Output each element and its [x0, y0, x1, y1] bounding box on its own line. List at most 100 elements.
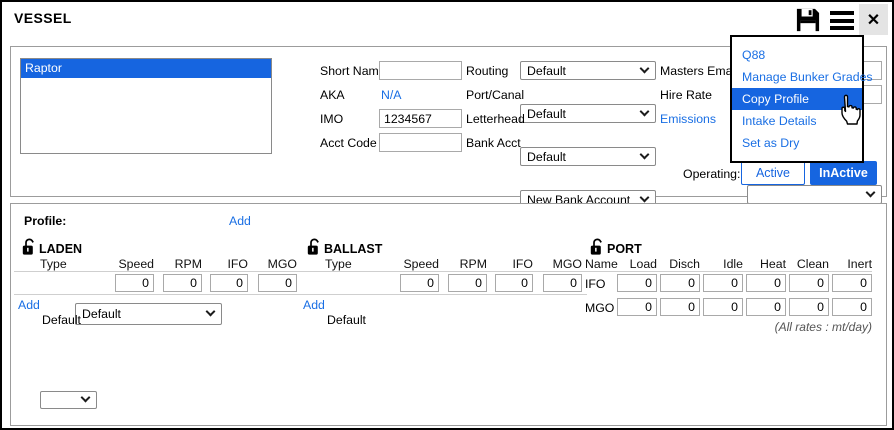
laden-header-rpm: RPM [163, 257, 202, 271]
port-header-idle: Idle [703, 257, 743, 271]
letterhead-label: Letterhead [466, 112, 525, 126]
divider [299, 271, 587, 272]
port-rates-note: (All rates : mt/day) [642, 320, 872, 334]
profile-label: Profile: [24, 214, 66, 228]
laden-ifo-input[interactable] [210, 274, 248, 292]
divider [585, 271, 872, 272]
ballast-speed-input[interactable] [400, 274, 439, 292]
emissions-link[interactable]: Emissions [660, 112, 716, 126]
port-ifo-clean-input[interactable] [789, 274, 829, 292]
ballast-header-speed: Speed [400, 257, 439, 271]
imo-label: IMO [320, 112, 343, 126]
port-canal-select[interactable]: Default [520, 104, 656, 123]
divider [299, 294, 587, 295]
port-canal-label: Port/Canal [466, 88, 524, 102]
unlock-icon [22, 243, 37, 260]
inactive-button[interactable]: InActive [810, 161, 877, 185]
bank-acct-label: Bank Acct [466, 136, 521, 150]
port-mgo-inert-input[interactable] [832, 298, 872, 316]
menu-item-q88[interactable]: Q88 [732, 44, 862, 66]
ballast-header-rpm: RPM [448, 257, 487, 271]
hamburger-menu-button[interactable] [830, 11, 854, 30]
profile-select[interactable]: Default [75, 303, 222, 325]
port-ifo-load-input[interactable] [617, 274, 657, 292]
letterhead-select[interactable]: Default [520, 147, 656, 166]
menu-item-set-as-dry[interactable]: Set as Dry [732, 132, 862, 154]
emissions-select[interactable] [747, 185, 882, 204]
vessel-list-item[interactable]: Raptor [21, 59, 271, 78]
laden-lock-toggle[interactable] [22, 237, 37, 261]
ballast-default-label: Default [327, 313, 366, 327]
ballast-lock-toggle[interactable] [307, 237, 322, 261]
unlock-icon [307, 243, 322, 260]
laden-section-title: LADEN [39, 242, 82, 256]
laden-header-type: Type [40, 257, 67, 271]
ballast-header-type: Type [325, 257, 352, 271]
port-mgo-clean-input[interactable] [789, 298, 829, 316]
chevron-down-icon [81, 393, 91, 403]
acct-code-input[interactable] [379, 133, 462, 152]
ballast-header-ifo: IFO [495, 257, 533, 271]
hire-rate-label: Hire Rate [660, 88, 712, 102]
port-header-load: Load [617, 257, 657, 271]
short-name-input[interactable] [379, 61, 462, 80]
chevron-down-icon [866, 187, 876, 197]
laden-header-speed: Speed [115, 257, 154, 271]
port-ifo-idle-input[interactable] [703, 274, 743, 292]
aka-label: AKA [320, 88, 345, 102]
chevron-down-icon [206, 307, 216, 317]
ballast-ifo-input[interactable] [495, 274, 533, 292]
laden-type-select[interactable] [40, 391, 97, 409]
vessel-list[interactable]: Raptor [20, 58, 272, 154]
acct-code-label: Acct Code [320, 136, 377, 150]
port-row-label-mgo: MGO [585, 301, 614, 315]
port-section-title: PORT [607, 242, 642, 256]
port-ifo-heat-input[interactable] [746, 274, 786, 292]
routing-select[interactable]: Default [520, 61, 656, 80]
laden-header-ifo: IFO [210, 257, 248, 271]
port-ifo-disch-input[interactable] [660, 274, 700, 292]
save-button[interactable] [794, 6, 824, 36]
ballast-add-link[interactable]: Add [303, 298, 325, 312]
chevron-down-icon [640, 63, 650, 73]
imo-input[interactable] [379, 109, 462, 128]
ballast-section-title: BALLAST [324, 242, 382, 256]
port-header-heat: Heat [746, 257, 786, 271]
chevron-down-icon [640, 106, 650, 116]
port-header-name: Name [585, 257, 618, 271]
ballast-header-mgo: MGO [543, 257, 582, 271]
laden-mgo-input[interactable] [258, 274, 297, 292]
aka-value-link[interactable]: N/A [381, 88, 402, 102]
port-header-disch: Disch [660, 257, 700, 271]
cursor-hand-icon [836, 94, 862, 131]
port-header-clean: Clean [789, 257, 829, 271]
operating-label: Operating: [683, 167, 740, 181]
laden-rpm-input[interactable] [163, 274, 202, 292]
port-ifo-inert-input[interactable] [832, 274, 872, 292]
masters-email-label: Masters Email [660, 64, 738, 78]
active-button[interactable]: Active [741, 161, 805, 185]
port-row-label-ifo: IFO [585, 277, 606, 291]
port-mgo-disch-input[interactable] [660, 298, 700, 316]
port-mgo-heat-input[interactable] [746, 298, 786, 316]
chevron-down-icon [640, 192, 650, 202]
hamburger-icon [830, 11, 854, 30]
close-icon: ✕ [867, 10, 880, 30]
port-mgo-load-input[interactable] [617, 298, 657, 316]
short-name-label: Short Name [320, 64, 386, 78]
port-mgo-idle-input[interactable] [703, 298, 743, 316]
close-button[interactable]: ✕ [859, 4, 888, 35]
ballast-rpm-input[interactable] [448, 274, 487, 292]
laden-default-label: Default [42, 313, 81, 327]
laden-speed-input[interactable] [115, 274, 154, 292]
routing-label: Routing [466, 64, 508, 78]
divider [14, 271, 302, 272]
ballast-mgo-input[interactable] [543, 274, 582, 292]
profile-add-link[interactable]: Add [229, 214, 251, 228]
vessel-window: VESSEL ✕ Raptor Short Name AKA N/A IMO A… [0, 0, 894, 430]
laden-add-link[interactable]: Add [18, 298, 40, 312]
menu-item-manage-bunker-grades[interactable]: Manage Bunker Grades [732, 66, 862, 88]
laden-header-mgo: MGO [258, 257, 297, 271]
port-header-inert: Inert [832, 257, 872, 271]
divider [14, 294, 302, 295]
